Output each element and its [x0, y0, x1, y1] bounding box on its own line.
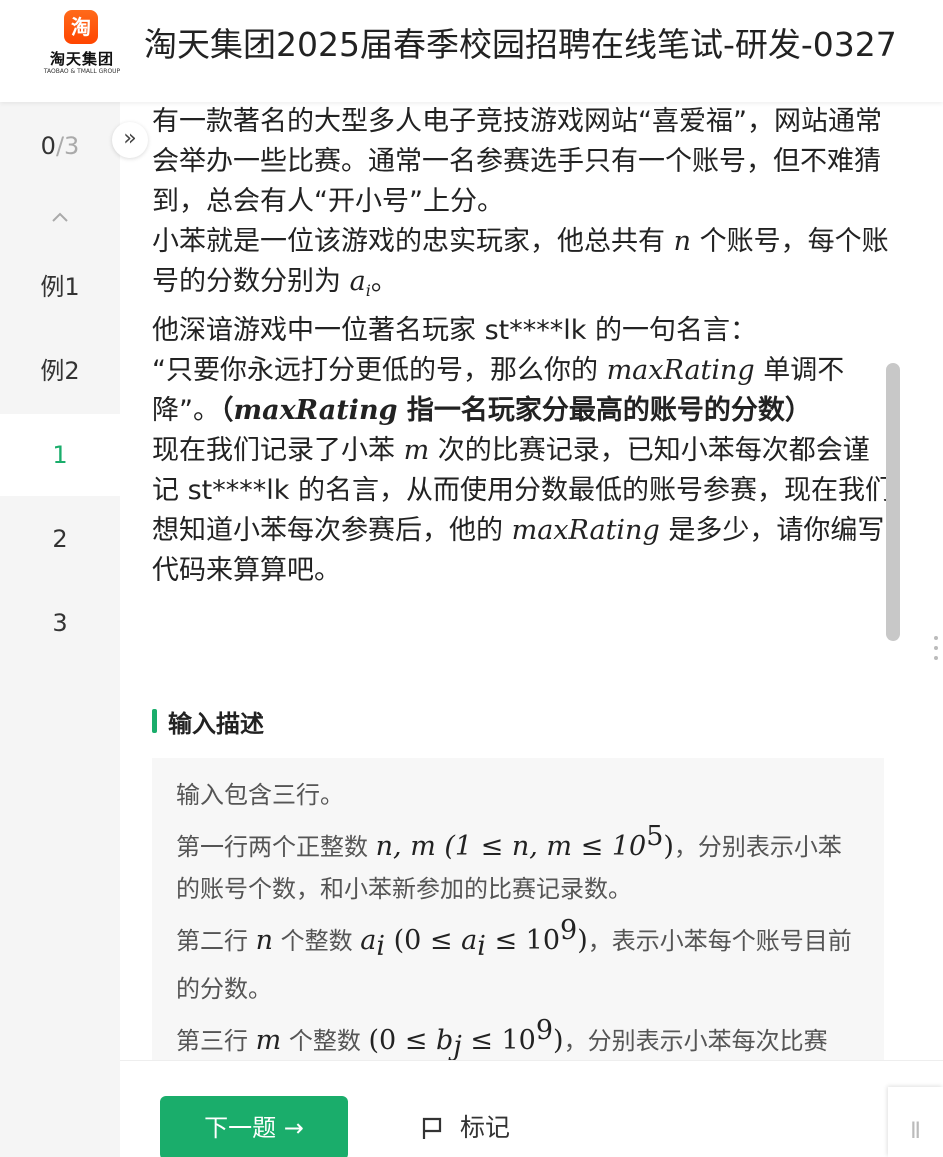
logo-badge: 淘: [64, 10, 98, 44]
answer-progress: 0/3: [0, 132, 120, 160]
nav-item-question-3[interactable]: 3: [0, 582, 120, 664]
mark-label: 标记: [460, 1113, 511, 1142]
nav-item-question-1[interactable]: 1: [0, 414, 120, 496]
taotian-logo: 淘 淘天集团 TAOBAO & TMALL GROUP: [40, 10, 120, 80]
header: 淘 淘天集团 TAOBAO & TMALL GROUP 淘天集团2025届春季校…: [0, 0, 943, 102]
pause-icon[interactable]: Ⅱ: [888, 1087, 943, 1157]
nav-item-question-2[interactable]: 2: [0, 498, 120, 580]
expand-panel-icon[interactable]: »: [112, 122, 148, 158]
mark-button[interactable]: 标记: [420, 1108, 510, 1148]
problem-paragraph: “只要你永远打分更低的号，那么你的 maxRating 单调不降”。（maxRa…: [152, 355, 845, 426]
problem-statement: 有一款著名的大型多人电子竞技游戏网站“喜爱福”，网站通常会举办一些比赛。通常一名…: [152, 102, 892, 591]
problem-paragraph: 现在我们记录了小苯 m 次的比赛记录，已知小苯每次都会谨记 st****lk 的…: [152, 435, 892, 586]
chevron-up-icon[interactable]: [50, 208, 70, 228]
input-line: 输入包含三行。: [176, 781, 344, 809]
input-description-box: 输入包含三行。 第一行两个正整数 n, m (1 ≤ n, m ≤ 105)，分…: [152, 758, 884, 1103]
next-question-button[interactable]: 下一题 →: [160, 1096, 348, 1157]
nav-item-example-1[interactable]: 例1: [0, 246, 120, 328]
input-line: 第一行两个正整数 n, m (1 ≤ n, m ≤ 105)，分别表示小苯的账号…: [176, 821, 842, 903]
drag-handle-icon[interactable]: [934, 636, 940, 666]
input-line: 第二行 n 个整数 ai (0 ≤ ai ≤ 109)，表示小苯每个账号目前的分…: [176, 915, 852, 1003]
question-nav: 0/3 例1 例2 1 2 3: [0, 102, 120, 1157]
problem-paragraph: 小苯就是一位该游戏的忠实玩家，他总共有 n 个账号，每个账号的分数分别为 ai。: [152, 226, 889, 300]
progress-separator: /: [55, 132, 65, 160]
progress-total: 3: [64, 132, 80, 160]
logo-name: 淘天集团: [49, 50, 114, 68]
problem-paragraph: 他深谙游戏中一位著名玩家 st****lk 的一句名言：: [152, 315, 757, 346]
progress-done: 0: [40, 132, 56, 160]
flag-icon: [422, 1117, 442, 1139]
scrollbar-thumb[interactable]: [886, 363, 900, 641]
nav-item-example-2[interactable]: 例2: [0, 330, 120, 412]
problem-paragraph: 有一款著名的大型多人电子竞技游戏网站“喜爱福”，网站通常会举办一些比赛。通常一名…: [152, 106, 882, 217]
page-title: 淘天集团2025届春季校园招聘在线笔试-研发-0327: [144, 25, 897, 64]
input-section-title: 输入描述: [168, 710, 264, 738]
logo-subtitle: TAOBAO & TMALL GROUP: [43, 68, 121, 75]
